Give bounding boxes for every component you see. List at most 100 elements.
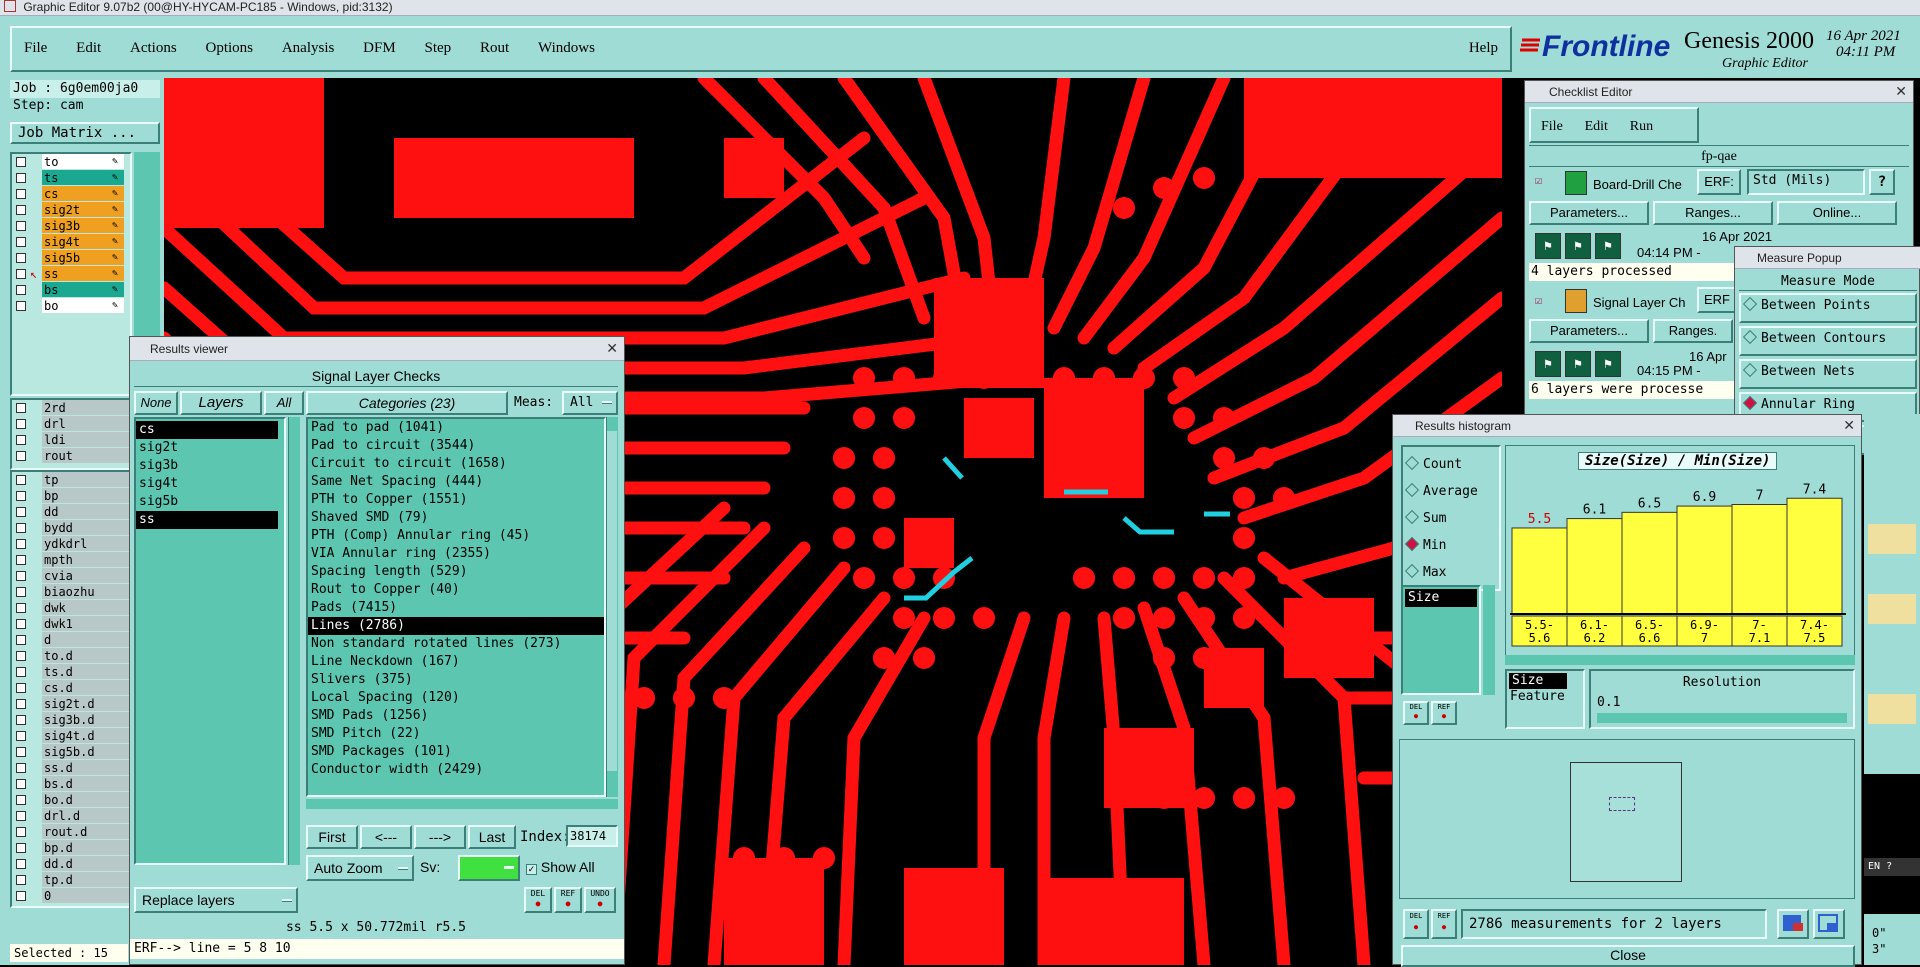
layer-row-2rd[interactable]: 2rd xyxy=(12,400,130,416)
layer-checkbox[interactable] xyxy=(16,491,26,501)
category-item[interactable]: Line Neckdown (167) xyxy=(308,653,604,671)
layer-checkbox[interactable] xyxy=(16,403,26,413)
layer-checkbox[interactable] xyxy=(16,779,26,789)
layer-checkbox[interactable] xyxy=(16,475,26,485)
checklist-menu-edit[interactable]: Edit xyxy=(1585,119,1608,135)
layer-row-rout[interactable]: rout xyxy=(12,448,130,464)
layer-row-sig4t.d[interactable]: sig4t.d xyxy=(12,728,130,744)
menu-options[interactable]: Options xyxy=(206,40,254,57)
category-hscroll[interactable] xyxy=(306,799,618,809)
layer-row-ts.d[interactable]: ts.d xyxy=(12,664,130,680)
layer-checkbox[interactable] xyxy=(16,189,26,199)
menu-rout[interactable]: Rout xyxy=(480,40,509,57)
layer-checkbox[interactable] xyxy=(16,811,26,821)
layer-row-sig2t.d[interactable]: sig2t.d xyxy=(12,696,130,712)
size-item[interactable]: Size xyxy=(1509,673,1567,689)
run-figure-icon[interactable]: ⚑ xyxy=(1595,351,1621,377)
layer-row-sig5b.d[interactable]: sig5b.d xyxy=(12,744,130,760)
category-item[interactable]: SMD Packages (101) xyxy=(308,743,604,761)
layer-row-dwk1[interactable]: dwk1 xyxy=(12,616,130,632)
del-icon-button[interactable]: DEL ● xyxy=(524,887,552,913)
category-item[interactable]: Slivers (375) xyxy=(308,671,604,689)
replace-layers-dropdown[interactable]: Replace layers xyxy=(134,887,298,913)
layer-checkbox[interactable] xyxy=(16,699,26,709)
histogram-bar[interactable] xyxy=(1786,497,1843,615)
check1-parameters-button[interactable]: Parameters... xyxy=(1529,201,1649,225)
layer-checkbox[interactable] xyxy=(16,587,26,597)
feature-item[interactable]: Feature xyxy=(1507,689,1583,705)
close-icon[interactable]: ✕ xyxy=(1895,84,1907,98)
field-size[interactable]: Size xyxy=(1405,589,1477,607)
histogram-bar[interactable] xyxy=(1621,511,1678,615)
help-icon[interactable]: ? xyxy=(1886,861,1892,872)
result-layer-item[interactable]: sig4t xyxy=(136,475,278,493)
check1-name[interactable]: Board-Drill Che xyxy=(1593,177,1682,192)
layer-checkbox[interactable] xyxy=(16,205,26,215)
last-button[interactable]: Last xyxy=(468,825,516,849)
layer-edit-icon[interactable]: ✎ xyxy=(112,202,118,218)
checklist-menu-file[interactable]: File xyxy=(1541,119,1563,135)
category-item[interactable]: Local Spacing (120) xyxy=(308,689,604,707)
layer-checkbox[interactable] xyxy=(16,763,26,773)
layer-checkbox[interactable] xyxy=(16,301,26,311)
category-item[interactable]: PTH to Copper (1551) xyxy=(308,491,604,509)
category-item[interactable]: VIA Annular ring (2355) xyxy=(308,545,604,563)
layer-edit-icon[interactable]: ✎ xyxy=(112,266,118,282)
layer-checkbox[interactable] xyxy=(16,269,26,279)
layer-checkbox[interactable] xyxy=(16,843,26,853)
layer-checkbox[interactable] xyxy=(16,875,26,885)
category-item[interactable]: PTH (Comp) Annular ring (45) xyxy=(308,527,604,545)
layer-row-ts[interactable]: ts ✎ xyxy=(12,170,130,186)
layer-row-0[interactable]: 0 xyxy=(12,888,130,904)
layer-row-sig4t[interactable]: sig4t ✎ xyxy=(12,234,130,250)
check2-parameters-button[interactable]: Parameters... xyxy=(1529,319,1649,343)
layer-checkbox[interactable] xyxy=(16,173,26,183)
layer-checkbox[interactable] xyxy=(16,731,26,741)
category-item[interactable]: Conductor width (2429) xyxy=(308,761,604,779)
layer-row-ydkdrl[interactable]: ydkdrl xyxy=(12,536,130,552)
check2-ranges-button[interactable]: Ranges. xyxy=(1653,319,1733,343)
check2-checkbox[interactable]: ☑ xyxy=(1535,293,1542,307)
stat-option[interactable]: Max xyxy=(1403,559,1499,586)
close-icon[interactable]: ✕ xyxy=(1843,418,1855,432)
layer-checkbox[interactable] xyxy=(16,859,26,869)
layer-checkbox[interactable] xyxy=(16,253,26,263)
layer-row-dd.d[interactable]: dd.d xyxy=(12,856,130,872)
layer-row-drl[interactable]: drl xyxy=(12,416,130,432)
layer-row-to.d[interactable]: to.d xyxy=(12,648,130,664)
layer-checkbox[interactable] xyxy=(16,451,26,461)
histogram-bar[interactable] xyxy=(1676,505,1733,615)
layer-checkbox[interactable] xyxy=(16,747,26,757)
field-list-scroll[interactable] xyxy=(1483,585,1495,695)
layer-row-cs[interactable]: cs ✎ xyxy=(12,186,130,202)
categories-button[interactable]: Categories (23) xyxy=(306,391,508,415)
run-figure-icon[interactable]: ⚑ xyxy=(1535,233,1561,259)
footer-ref-button[interactable]: REF ● xyxy=(1431,909,1457,939)
category-scroll-thumb[interactable] xyxy=(607,431,617,771)
stat-option[interactable]: Sum xyxy=(1403,505,1499,532)
checklist-menu-run[interactable]: Run xyxy=(1630,119,1653,135)
menu-analysis[interactable]: Analysis xyxy=(282,40,335,57)
category-item[interactable]: Pad to circuit (3544) xyxy=(308,437,604,455)
run-figure-icon[interactable]: ⚑ xyxy=(1595,233,1621,259)
layer-row-tp.d[interactable]: tp.d xyxy=(12,872,130,888)
layer-row-rout.d[interactable]: rout.d xyxy=(12,824,130,840)
layer-row-sig2t[interactable]: sig2t ✎ xyxy=(12,202,130,218)
layer-checkbox[interactable] xyxy=(16,619,26,629)
run-figure-icon[interactable]: ⚑ xyxy=(1565,351,1591,377)
layer-checkbox[interactable] xyxy=(16,603,26,613)
layer-checkbox[interactable] xyxy=(16,667,26,677)
category-item[interactable]: Pads (7415) xyxy=(308,599,604,617)
measure-option[interactable]: Between Points xyxy=(1739,293,1917,323)
layer-checkbox[interactable] xyxy=(16,507,26,517)
stat-option[interactable]: Count xyxy=(1403,451,1499,478)
category-item[interactable]: Same Net Spacing (444) xyxy=(308,473,604,491)
layer-row-sig3b[interactable]: sig3b ✎ xyxy=(12,218,130,234)
menu-actions[interactable]: Actions xyxy=(130,40,177,57)
none-button[interactable]: None xyxy=(134,391,178,415)
menu-edit[interactable]: Edit xyxy=(76,40,101,57)
layer-row-bo.d[interactable]: bo.d xyxy=(12,792,130,808)
histogram-bar[interactable] xyxy=(1731,504,1788,615)
layer-row-bs[interactable]: bs ✎ xyxy=(12,282,130,298)
histogram-close-button[interactable]: Close xyxy=(1401,945,1855,967)
